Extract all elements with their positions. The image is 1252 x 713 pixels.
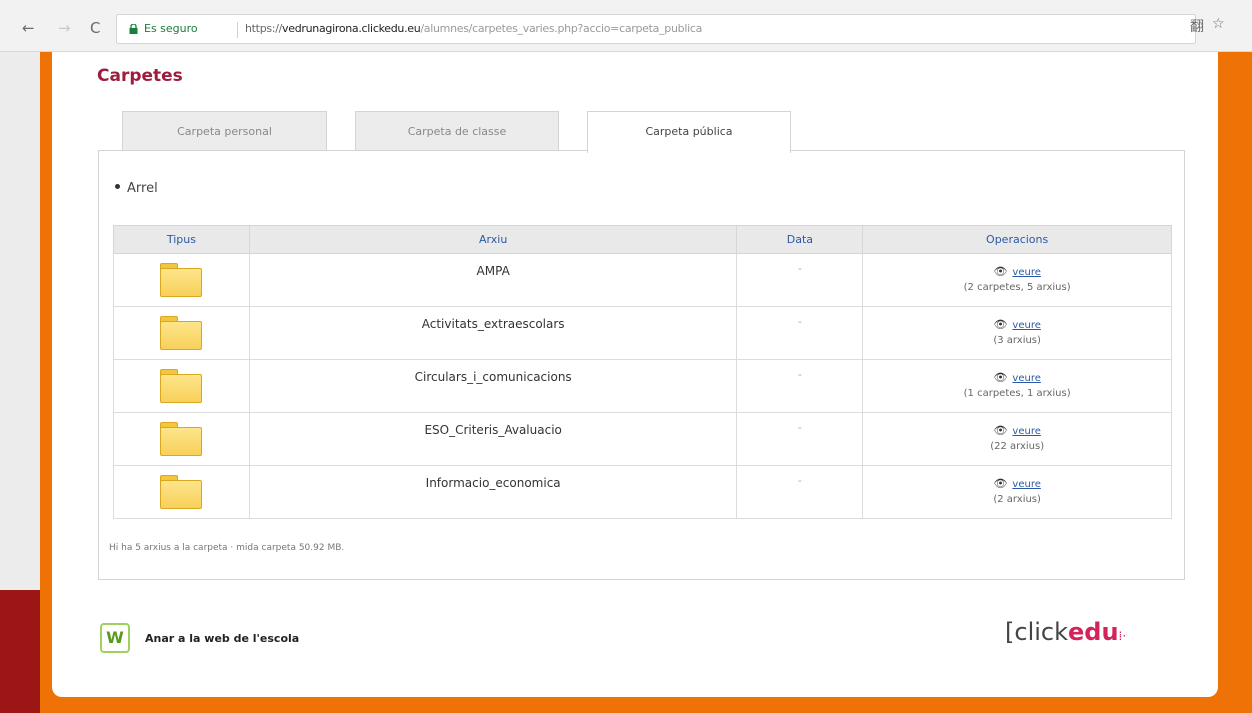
eye-icon: 👁: [993, 370, 1008, 384]
page-title: Carpetes: [97, 66, 183, 86]
file-name[interactable]: Activitats_extraescolars: [248, 306, 738, 360]
breadcrumb-root[interactable]: Arrel: [127, 181, 158, 196]
brand-edu: edu: [1068, 618, 1119, 646]
folder-icon[interactable]: [160, 315, 203, 350]
reload-icon[interactable]: C: [90, 18, 100, 38]
type-cell: [113, 253, 250, 307]
file-date: -: [736, 412, 864, 466]
clickedu-logo[interactable]: [clickedu⁞·: [1005, 618, 1126, 646]
address-separator: [237, 22, 238, 38]
eye-icon: 👁: [993, 317, 1008, 331]
item-count: (2 carpetes, 5 arxius): [963, 281, 1071, 293]
header-tipus[interactable]: Tipus: [113, 225, 250, 254]
files-table: Tipus Arxiu Data Operacions AMPA - 👁 veur…: [113, 225, 1172, 519]
item-count: (3 arxius): [993, 334, 1041, 346]
tab-carpeta-publica[interactable]: Carpeta pública: [587, 111, 791, 153]
item-count: (2 arxius): [993, 493, 1041, 505]
eye-icon: 👁: [993, 476, 1008, 490]
forward-arrow-icon[interactable]: →: [58, 18, 71, 38]
view-link[interactable]: veure: [1012, 479, 1040, 490]
file-name[interactable]: Circulars_i_comunicacions: [248, 359, 738, 413]
breadcrumb: Arrel: [115, 181, 158, 196]
folder-icon[interactable]: [160, 262, 203, 297]
url-host: vedrunagirona.clickedu.eu: [282, 22, 421, 35]
file-name[interactable]: AMPA: [248, 253, 738, 307]
operations-cell: 👁 veure (2 carpetes, 5 arxius): [862, 253, 1172, 307]
file-date: -: [736, 465, 864, 519]
eye-icon: 👁: [993, 264, 1008, 278]
view-link[interactable]: veure: [1012, 320, 1040, 331]
file-name[interactable]: Informacio_economica: [248, 465, 738, 519]
operations-cell: 👁 veure (1 carpetes, 1 arxius): [862, 359, 1172, 413]
tab-carpeta-personal[interactable]: Carpeta personal: [122, 111, 327, 151]
browser-toolbar: ← → C Es seguro https://vedrunagirona.cl…: [0, 0, 1252, 52]
table-row: Circulars_i_comunicacions - 👁 veure (1 ca…: [113, 359, 1172, 413]
file-date: -: [736, 253, 864, 307]
brand-click: click: [1014, 618, 1068, 646]
type-cell: [113, 306, 250, 360]
file-name[interactable]: ESO_Criteris_Avaluacio: [248, 412, 738, 466]
school-web-link[interactable]: Anar a la web de l'escola: [145, 632, 299, 645]
folder-icon[interactable]: [160, 421, 203, 456]
lock-icon: [129, 24, 138, 34]
table-row: Informacio_economica - 👁 veure (2 arxius): [113, 465, 1172, 519]
header-arxiu[interactable]: Arxiu: [248, 225, 738, 254]
operations-cell: 👁 veure (3 arxius): [862, 306, 1172, 360]
url-path: /alumnes/carpetes_varies.php?accio=carpe…: [420, 22, 703, 35]
left-red-strip: [0, 590, 40, 713]
address-bar[interactable]: Es seguro https://vedrunagirona.clickedu…: [116, 14, 1196, 44]
url-text[interactable]: https://vedrunagirona.clickedu.eu/alumne…: [245, 15, 702, 43]
main-card: Carpetes Carpeta personal Carpeta de cla…: [52, 52, 1218, 697]
item-count: (1 carpetes, 1 arxius): [963, 387, 1071, 399]
file-date: -: [736, 359, 864, 413]
view-link[interactable]: veure: [1012, 373, 1040, 384]
school-web-logo-icon[interactable]: W: [100, 623, 130, 653]
table-row: Activitats_extraescolars - 👁 veure (3 arx…: [113, 306, 1172, 360]
type-cell: [113, 465, 250, 519]
brand-dots: ⁞·: [1118, 629, 1127, 643]
folder-icon[interactable]: [160, 368, 203, 403]
folder-summary: Hi ha 5 arxius a la carpeta · mida carpe…: [109, 543, 345, 553]
brand-bracket: [: [1005, 618, 1015, 646]
operations-cell: 👁 veure (2 arxius): [862, 465, 1172, 519]
tab-carpeta-classe[interactable]: Carpeta de classe: [355, 111, 559, 151]
eye-icon: 👁: [993, 423, 1008, 437]
type-cell: [113, 412, 250, 466]
item-count: (22 arxius): [990, 440, 1045, 452]
bookmark-star-icon[interactable]: ☆: [1212, 16, 1225, 32]
secure-label: Es seguro: [144, 22, 198, 35]
header-operacions: Operacions: [862, 225, 1172, 254]
table-header-row: Tipus Arxiu Data Operacions: [113, 225, 1172, 254]
view-link[interactable]: veure: [1012, 267, 1040, 278]
table-row: AMPA - 👁 veure (2 carpetes, 5 arxius): [113, 253, 1172, 307]
operations-cell: 👁 veure (22 arxius): [862, 412, 1172, 466]
type-cell: [113, 359, 250, 413]
folder-panel: Arrel Tipus Arxiu Data Operacions AMPA -: [98, 150, 1185, 580]
header-data[interactable]: Data: [736, 225, 864, 254]
folder-icon[interactable]: [160, 474, 203, 509]
bullet-icon: [115, 184, 120, 189]
translate-icon[interactable]: 翻: [1190, 16, 1204, 36]
table-row: ESO_Criteris_Avaluacio - 👁 veure (22 arxi…: [113, 412, 1172, 466]
view-link[interactable]: veure: [1012, 426, 1040, 437]
back-arrow-icon[interactable]: ←: [22, 18, 35, 38]
url-scheme: https://: [245, 22, 283, 35]
file-date: -: [736, 306, 864, 360]
